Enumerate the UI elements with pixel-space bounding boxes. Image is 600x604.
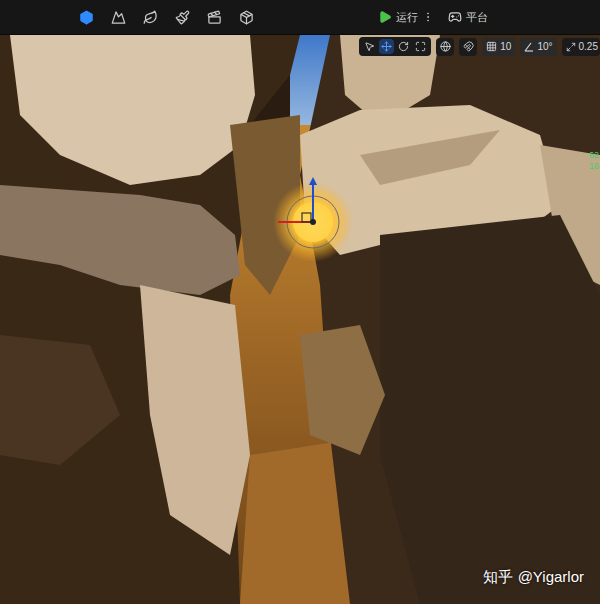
mode-buttons (76, 7, 256, 27)
readout-value: 16 (589, 161, 599, 172)
editor-window: 运行平台 10 10° 0.25 6216 知乎 @Yigarlor (0, 0, 600, 604)
magnet-icon (463, 41, 474, 52)
viewport-scene[interactable] (0, 35, 600, 604)
more-icon[interactable] (422, 11, 434, 23)
content-mode-icon (239, 10, 254, 25)
transform-tool[interactable] (413, 39, 428, 54)
scale-icon (566, 42, 576, 52)
paint-mode-icon (175, 10, 190, 25)
angle-icon (524, 42, 534, 52)
watermark: 知乎 @Yigarlor (483, 566, 584, 589)
transform-tool[interactable] (379, 39, 394, 54)
mode-button[interactable] (140, 7, 160, 27)
platform-button[interactable]: 平台 (448, 9, 488, 26)
foliage-mode-icon (143, 10, 158, 25)
mode-button[interactable] (236, 7, 256, 27)
mode-button[interactable] (108, 7, 128, 27)
select-icon (364, 41, 375, 52)
viewport-toolbar: 10 10° 0.25 (355, 37, 600, 56)
globe-icon (440, 41, 451, 52)
mode-button[interactable] (76, 7, 96, 27)
grid-snap[interactable]: 10 (482, 38, 515, 56)
grid-icon (486, 41, 497, 52)
mode-button[interactable] (172, 7, 192, 27)
gizmo-icon (272, 175, 352, 255)
translate-icon (381, 41, 392, 52)
select-mode-icon (79, 10, 94, 25)
transform-tool[interactable] (396, 39, 411, 54)
scale-snap[interactable]: 0.25 (562, 38, 600, 56)
rotate-icon (398, 41, 409, 52)
main-toolbar: 运行平台 (0, 0, 600, 35)
platform-icon (448, 10, 462, 24)
landscape-mode-icon (111, 10, 126, 25)
sequencer-mode-icon (207, 10, 222, 25)
side-readout: 6216 (589, 150, 599, 172)
rotation-snap[interactable]: 10° (520, 38, 556, 56)
mode-button[interactable] (204, 7, 224, 27)
world-local-toggle[interactable] (436, 38, 454, 56)
readout-value: 62 (589, 150, 599, 161)
transform-tools (359, 37, 431, 56)
run-button[interactable]: 运行 (378, 9, 434, 26)
viewport[interactable]: 10 10° 0.25 6216 知乎 @Yigarlor (0, 35, 600, 604)
transform-tool[interactable] (362, 39, 377, 54)
light-gizmo[interactable] (272, 175, 352, 255)
play-icon (378, 10, 392, 24)
surface-snap[interactable] (459, 38, 477, 56)
scale-icon (415, 41, 426, 52)
